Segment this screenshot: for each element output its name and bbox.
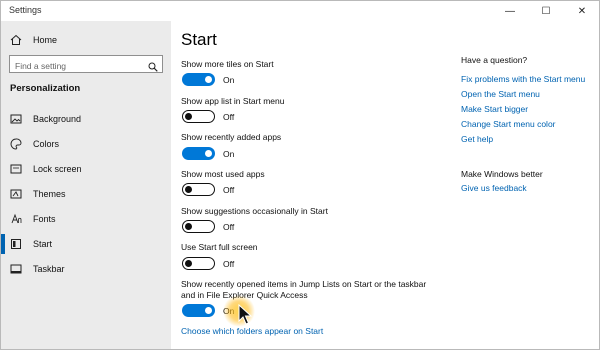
toggle-switch[interactable] — [182, 220, 215, 233]
page-title: Start — [181, 30, 217, 49]
sidebar-item-start[interactable]: Start — [1, 233, 171, 255]
toggle-state: On — [223, 74, 235, 85]
setting-label: Show recently added apps — [181, 132, 282, 142]
sidebar-item-label: Fonts — [33, 214, 56, 224]
toggle-switch[interactable] — [182, 304, 215, 317]
setting-toggle-row: On — [182, 73, 234, 86]
sidebar-item-label: Lock screen — [33, 164, 82, 174]
toggle-knob — [185, 259, 192, 267]
setting-label: Show suggestions occasionally in Start — [181, 206, 328, 216]
sidebar-item-fonts[interactable]: Fonts — [1, 208, 171, 230]
sidebar-item-lock-screen[interactable]: Lock screen — [1, 158, 171, 180]
setting-label: Show most used apps — [181, 169, 265, 179]
taskbar-icon — [10, 263, 22, 275]
sidebar-item-background[interactable]: Background — [1, 108, 171, 130]
sidebar-item-label: Taskbar — [33, 264, 65, 274]
settings-window: Settings — ☐ ✕ Home Personalization Back… — [0, 0, 600, 350]
setting-label: Use Start full screen — [181, 242, 258, 252]
lock-screen-icon — [10, 163, 22, 175]
help-link[interactable]: Change Start menu color — [461, 119, 556, 129]
toggle-switch[interactable] — [182, 73, 215, 86]
minimize-button[interactable]: — — [493, 1, 527, 21]
setting-label: Show more tiles on Start — [181, 59, 274, 69]
sidebar-item-label: Background — [33, 114, 82, 124]
toggle-knob — [205, 149, 212, 157]
feedback-link[interactable]: Give us feedback — [461, 183, 527, 193]
image-icon — [10, 113, 22, 125]
toggle-state: On — [223, 148, 235, 159]
help-link[interactable]: Open the Start menu — [461, 89, 540, 99]
toggle-knob — [205, 75, 212, 83]
sidebar-item-themes[interactable]: Themes — [1, 183, 171, 205]
setting-toggle-row: Off — [182, 110, 234, 123]
question-heading: Have a question? — [461, 55, 528, 65]
themes-icon — [10, 188, 22, 200]
title-bar: Settings — ☐ ✕ — [1, 1, 599, 21]
setting-toggle-row: Off — [182, 257, 234, 270]
toggle-switch[interactable] — [182, 147, 215, 160]
sidebar-item-label: Start — [33, 239, 53, 249]
toggle-knob — [205, 306, 212, 314]
sidebar: Home Personalization Background Colors — [1, 21, 171, 349]
toggle-switch[interactable] — [182, 257, 215, 270]
toggle-state: Off — [223, 111, 235, 122]
sidebar-item-label: Colors — [33, 139, 60, 149]
search-input[interactable] — [10, 58, 145, 74]
window-title: Settings — [9, 5, 42, 15]
close-button[interactable]: ✕ — [565, 1, 599, 21]
toggle-knob — [185, 112, 192, 120]
mouse-cursor-icon — [221, 291, 261, 331]
start-icon — [10, 238, 22, 250]
help-link[interactable]: Make Start bigger — [461, 104, 528, 114]
help-link[interactable]: Fix problems with the Start menu — [461, 74, 585, 84]
sidebar-item-colors[interactable]: Colors — [1, 133, 171, 155]
search-icon[interactable] — [148, 59, 158, 77]
sidebar-item-home[interactable]: Home — [1, 29, 171, 51]
maximize-button[interactable]: ☐ — [529, 1, 563, 21]
toggle-state: Off — [223, 221, 235, 232]
setting-toggle-row: Off — [182, 220, 234, 233]
fonts-icon — [10, 213, 22, 225]
home-icon — [10, 34, 22, 46]
toggle-knob — [185, 222, 192, 230]
sidebar-item-taskbar[interactable]: Taskbar — [1, 258, 171, 280]
sidebar-home-label: Home — [33, 35, 58, 45]
toggle-state: Off — [223, 258, 235, 269]
feedback-heading: Make Windows better — [461, 169, 543, 179]
search-box — [9, 55, 163, 74]
toggle-switch[interactable] — [182, 110, 215, 123]
toggle-knob — [185, 185, 192, 193]
setting-toggle-row: On — [182, 147, 234, 160]
help-link[interactable]: Get help — [461, 134, 493, 144]
toggle-state: Off — [223, 184, 235, 195]
toggle-switch[interactable] — [182, 183, 215, 196]
section-label: Personalization — [10, 83, 81, 94]
palette-icon — [10, 138, 22, 150]
setting-label: Show recently opened items in Jump Lists… — [181, 279, 427, 289]
sidebar-item-label: Themes — [33, 189, 66, 199]
setting-label: Show app list in Start menu — [181, 96, 285, 106]
setting-toggle-row: Off — [182, 183, 234, 196]
